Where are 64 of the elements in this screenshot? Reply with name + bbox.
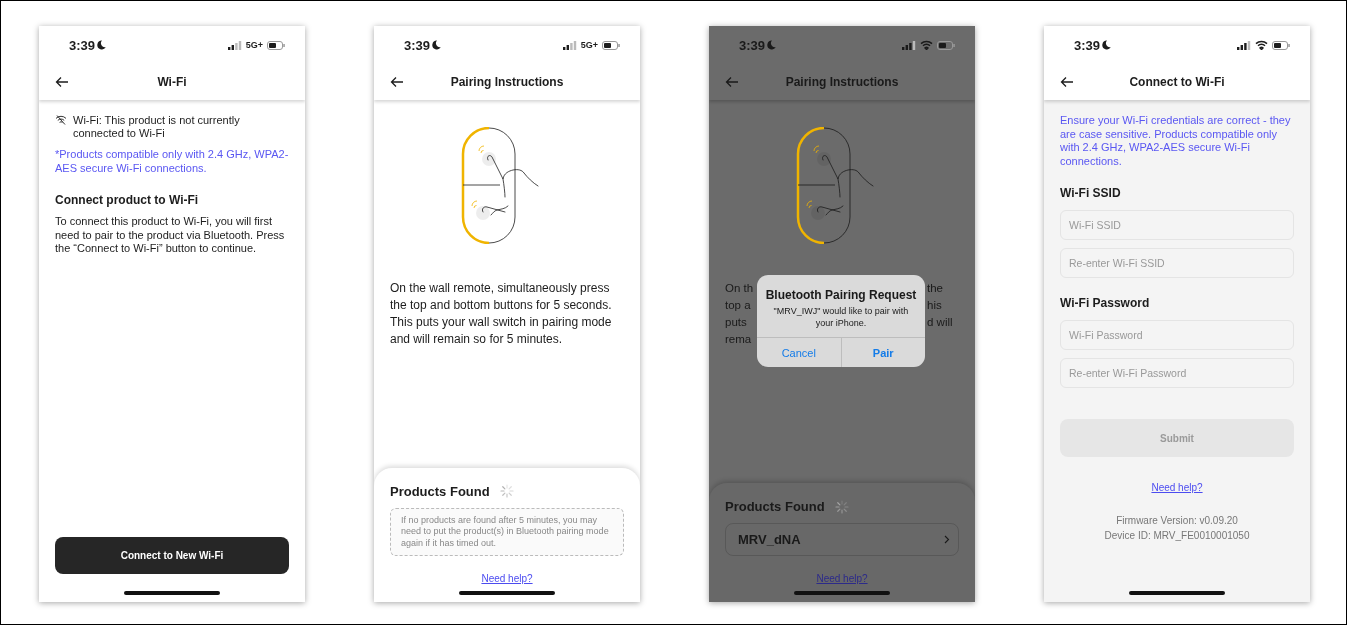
spinner-icon xyxy=(499,484,514,498)
text-fragment: On th xyxy=(725,281,754,296)
sheet-title: Products Found xyxy=(725,499,825,514)
signal-icon xyxy=(562,40,577,50)
screen-title: Connect to Wi-Fi xyxy=(1128,75,1226,89)
firmware-version: Firmware Version: v0.09.20 xyxy=(1116,514,1238,528)
help-link[interactable]: Need help? xyxy=(816,573,868,584)
text-fragment: the xyxy=(927,281,943,296)
moon-icon xyxy=(97,40,107,50)
signal-icon xyxy=(902,40,916,50)
signal-icon xyxy=(1237,40,1251,50)
connect-button[interactable]: Connect to New Wi-Fi xyxy=(55,537,289,574)
instructions-text: To connect this product to Wi-Fi, you will first need to pair to the product via Bluetooth. Press the “Connect to Wi-Fi” button to continue. xyxy=(55,215,286,256)
connection-notice: Wi-Fi: This product is not currently connected to Wi-Fi xyxy=(73,114,241,140)
text-fragment: rema xyxy=(725,332,752,347)
moon-icon xyxy=(767,40,777,50)
spinner-icon xyxy=(834,499,849,514)
battery-icon xyxy=(1272,40,1290,50)
screen-title: Pairing Instructions xyxy=(449,75,565,89)
compatibility-note: *Products compatible only with 2.4 GHz, WPA2-AES secure Wi-Fi connections. xyxy=(55,148,289,175)
chevron-icon xyxy=(944,535,950,544)
back-arrow-icon[interactable] xyxy=(1060,76,1074,88)
help-link[interactable]: Need help? xyxy=(1151,482,1203,493)
wifi-icon xyxy=(920,40,933,50)
dialog-title: Bluetooth Pairing Request xyxy=(764,288,918,302)
dialog-button[interactable]: Cancel xyxy=(757,338,841,367)
input-field[interactable]: Wi-Fi Password xyxy=(1060,320,1294,350)
input-field[interactable]: Re-enter Wi-Fi SSID xyxy=(1060,248,1294,278)
wifi-off-icon xyxy=(55,115,67,125)
screen-title: Wi-Fi xyxy=(156,75,188,89)
hint-box: If no products are found after 5 minutes, you may need to put the product(s) in Bluetooth pairing mode again if it has timed out. xyxy=(390,507,624,556)
battery-icon xyxy=(937,40,955,50)
back-arrow-icon[interactable] xyxy=(55,76,69,88)
screen-title: Pairing Instructions xyxy=(784,75,900,89)
help-link[interactable]: Need help? xyxy=(481,573,533,584)
status-time: 3:39 xyxy=(1074,37,1101,53)
product-item[interactable]: MRV_dNA xyxy=(725,523,959,556)
moon-icon xyxy=(1102,40,1112,50)
field-label: Wi-Fi SSID xyxy=(1060,186,1122,200)
moon-icon xyxy=(432,40,442,50)
field-label: Wi-Fi Password xyxy=(1060,296,1151,310)
section-heading: Connect product to Wi-Fi xyxy=(55,193,200,207)
dialog-message: "MRV_IWJ" would like to pair with your iPhone. xyxy=(773,305,909,329)
back-arrow-icon[interactable] xyxy=(390,76,404,88)
dialog-button[interactable]: Pair xyxy=(840,338,925,367)
text-fragment: d will xyxy=(927,315,953,330)
text-fragment: his xyxy=(927,298,942,313)
network-label: 5G+ xyxy=(580,40,598,50)
battery-icon xyxy=(267,40,285,50)
input-field[interactable]: Re-enter Wi-Fi Password xyxy=(1060,358,1294,388)
signal-icon xyxy=(227,40,242,50)
text-fragment: top a xyxy=(725,298,751,313)
network-label: 5G+ xyxy=(245,40,263,50)
sheet-title: Products Found xyxy=(390,483,490,499)
device-id: Device ID: MRV_FE0010001050 xyxy=(1104,529,1250,543)
instructions-text: On the wall remote, simultaneously press the top and bottom buttons for 5 seconds. This puts your wall switch in pairing mode and will remain so for 5 minutes. xyxy=(390,280,613,348)
status-time: 3:39 xyxy=(404,37,431,53)
input-field[interactable]: Wi-Fi SSID xyxy=(1060,210,1294,240)
text-fragment: puts xyxy=(725,315,747,330)
credentials-note: Ensure your Wi-Fi credentials are correct - they are case sensitive. Products compatible only with 2.4 GHz, WPA2-AES secure Wi-Fi connections. xyxy=(1060,114,1292,168)
status-time: 3:39 xyxy=(739,37,766,53)
battery-icon xyxy=(602,40,620,50)
status-time: 3:39 xyxy=(69,37,96,53)
wifi-icon xyxy=(1255,40,1268,50)
